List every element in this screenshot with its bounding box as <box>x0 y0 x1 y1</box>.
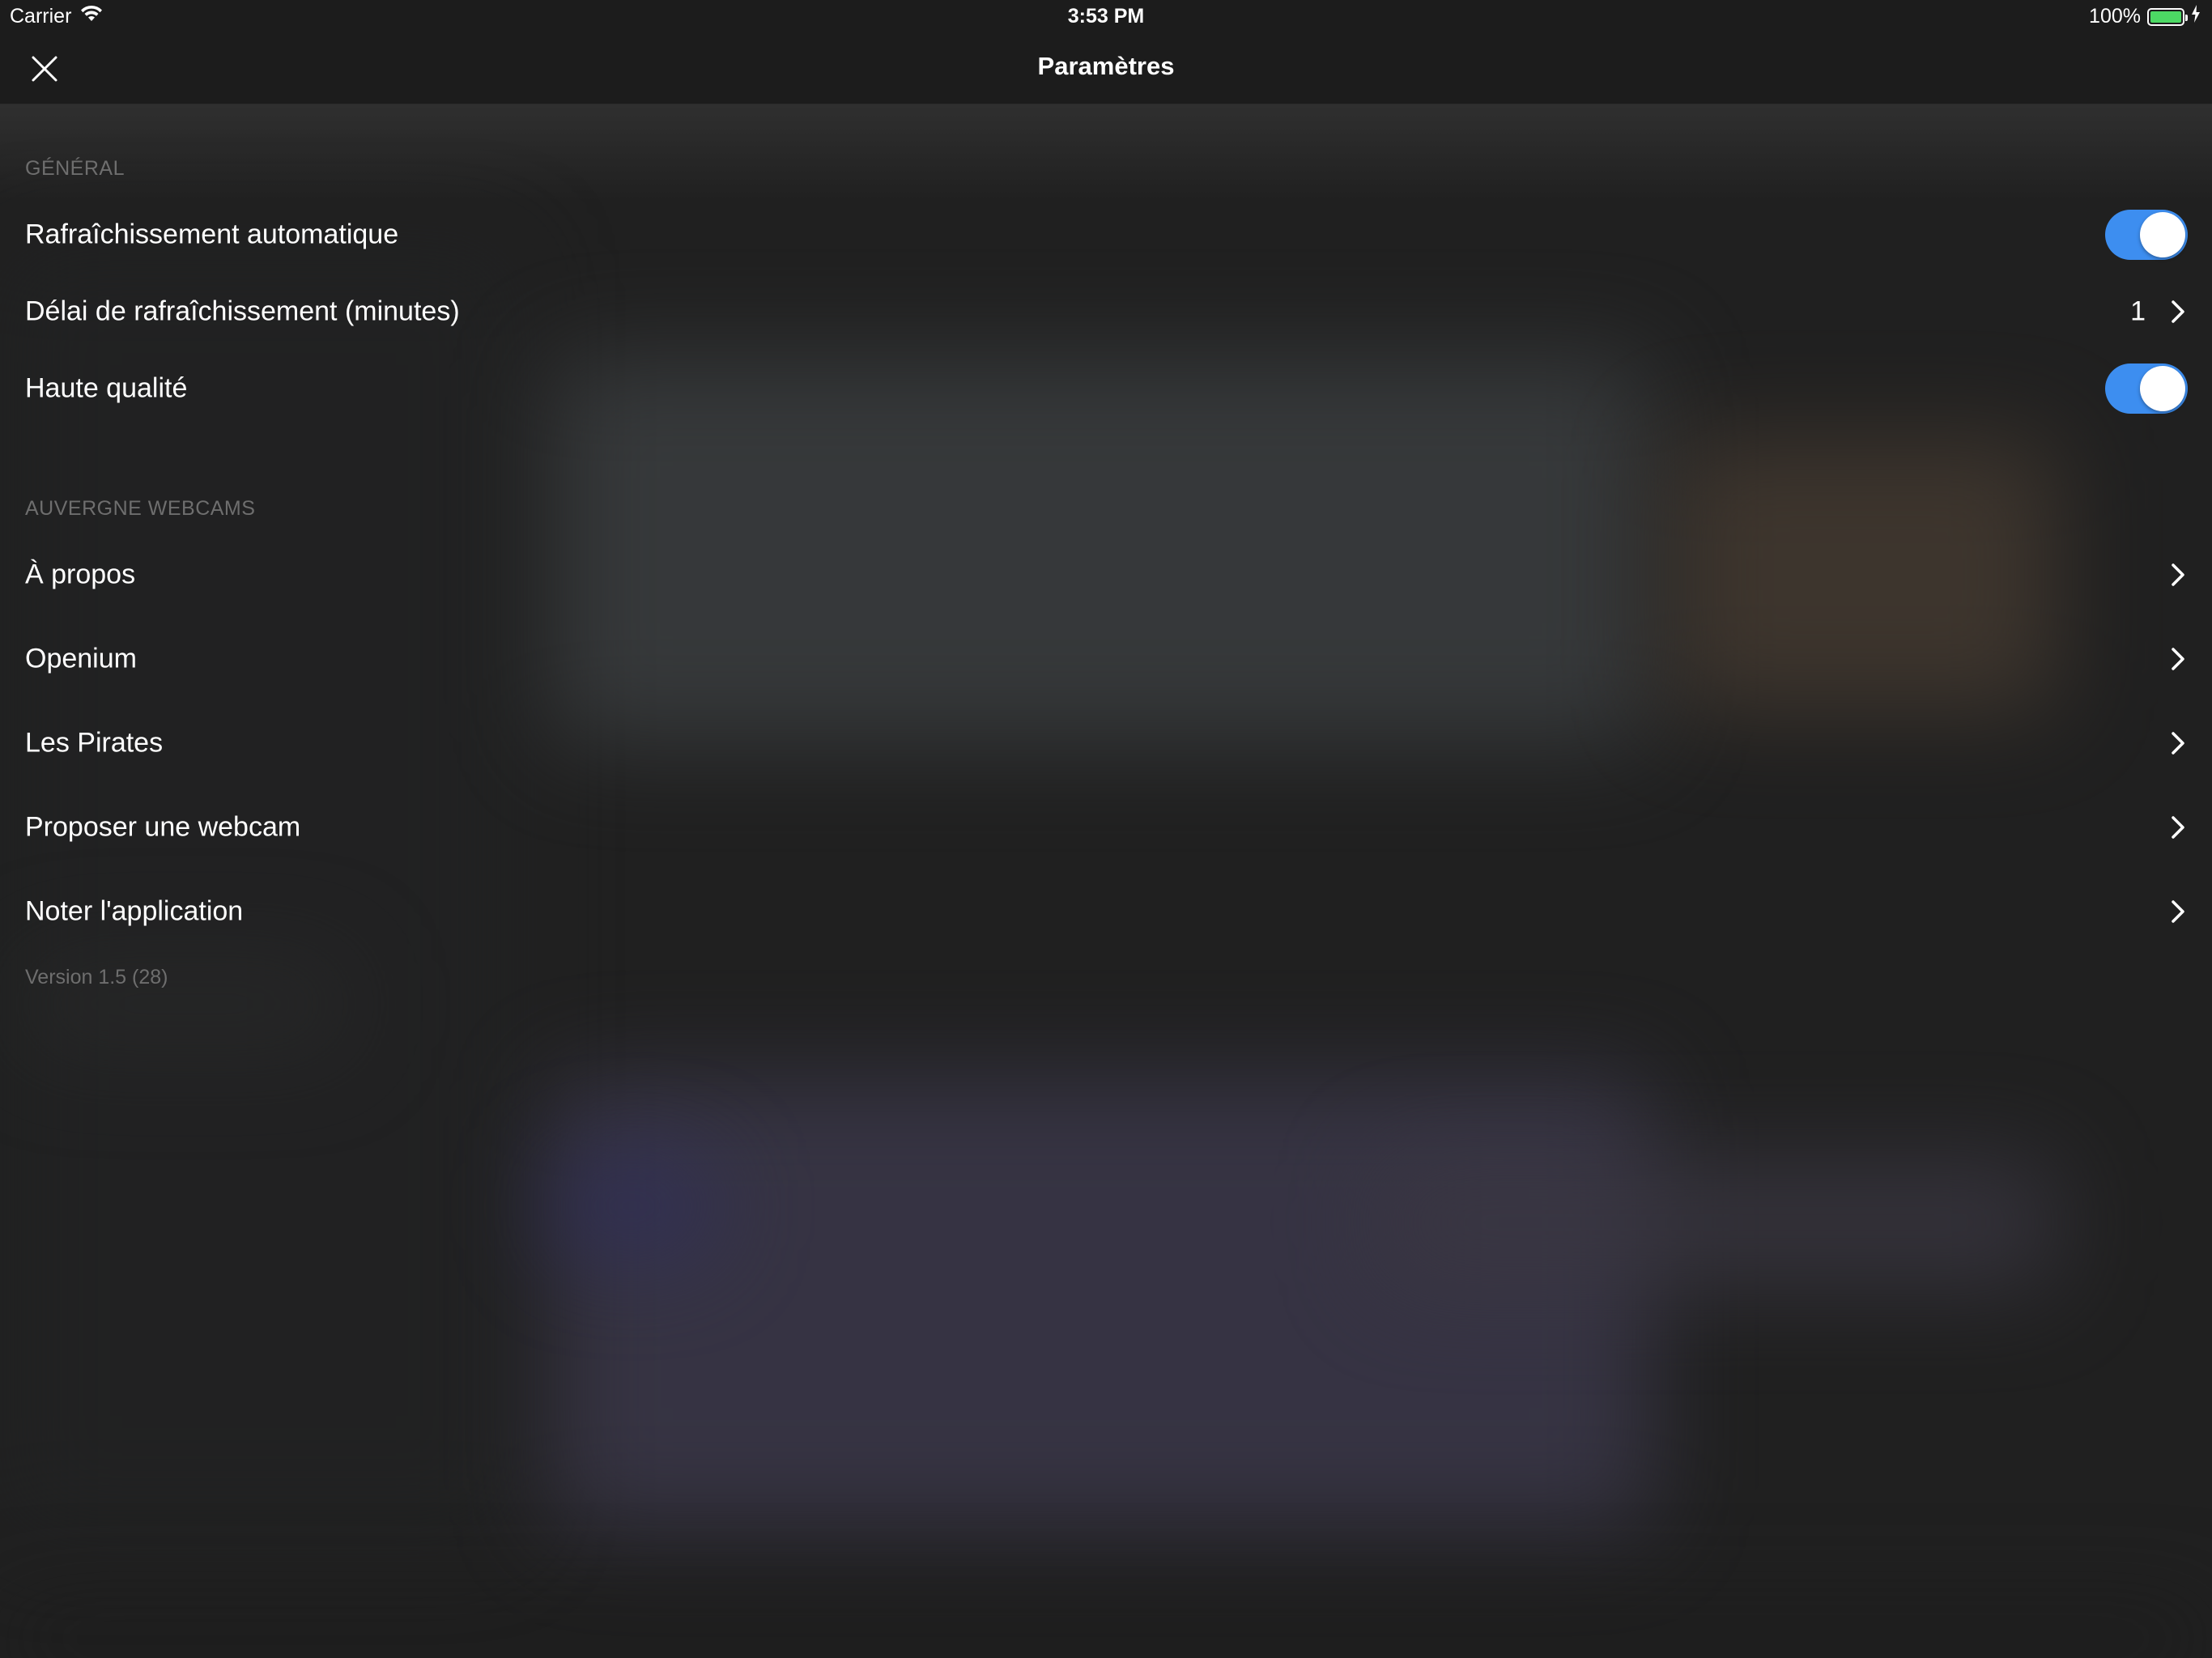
settings-screen: Carrier 3:53 PM 100% Paramètres GÉNÉRAL … <box>0 0 2212 1658</box>
refresh-delay-value: 1 <box>2130 295 2146 327</box>
chevron-right-icon <box>2172 300 2184 323</box>
chevron-right-icon <box>2172 900 2184 923</box>
navigation-bar: Paramètres <box>0 32 2212 104</box>
chevron-right-icon <box>2172 816 2184 839</box>
refresh-delay-label: Délai de rafraîchissement (minutes) <box>25 295 460 327</box>
nav-shadow <box>0 104 2212 201</box>
battery-percent: 100% <box>2089 5 2141 28</box>
suggest-webcam-row[interactable]: Proposer une webcam <box>0 789 2212 866</box>
bolt-icon <box>2191 5 2201 28</box>
les-pirates-label: Les Pirates <box>25 727 164 759</box>
openium-label: Openium <box>25 643 137 674</box>
rate-app-row[interactable]: Noter l'application <box>0 873 2212 950</box>
battery-icon <box>2147 7 2188 26</box>
refresh-delay-row[interactable]: Délai de rafraîchissement (minutes) 1 <box>0 273 2212 351</box>
section-header-about: AUVERGNE WEBCAMS <box>25 497 256 520</box>
status-bar: Carrier 3:53 PM 100% <box>0 0 2212 32</box>
chevron-right-icon <box>2172 648 2184 670</box>
auto-refresh-label: Rafraîchissement automatique <box>25 219 399 250</box>
status-right: 100% <box>2089 5 2201 28</box>
status-time: 3:53 PM <box>1067 5 1145 28</box>
auto-refresh-row: Rafraîchissement automatique <box>0 196 2212 274</box>
battery-level <box>2150 11 2181 23</box>
openium-row[interactable]: Openium <box>0 620 2212 698</box>
toggle-knob <box>2140 366 2185 411</box>
high-quality-row: Haute qualité <box>0 350 2212 427</box>
high-quality-label: Haute qualité <box>25 372 188 404</box>
about-label: À propos <box>25 559 136 590</box>
about-row[interactable]: À propos <box>0 536 2212 614</box>
version-label: Version 1.5 (28) <box>25 966 168 988</box>
page-title: Paramètres <box>1037 52 1175 80</box>
suggest-webcam-label: Proposer une webcam <box>25 811 301 843</box>
chevron-right-icon <box>2172 732 2184 755</box>
auto-refresh-toggle[interactable] <box>2105 210 2188 260</box>
section-header-general: GÉNÉRAL <box>25 157 125 180</box>
toggle-knob <box>2140 212 2185 257</box>
les-pirates-row[interactable]: Les Pirates <box>0 704 2212 782</box>
high-quality-toggle[interactable] <box>2105 363 2188 414</box>
chevron-right-icon <box>2172 563 2184 586</box>
rate-app-label: Noter l'application <box>25 895 244 927</box>
